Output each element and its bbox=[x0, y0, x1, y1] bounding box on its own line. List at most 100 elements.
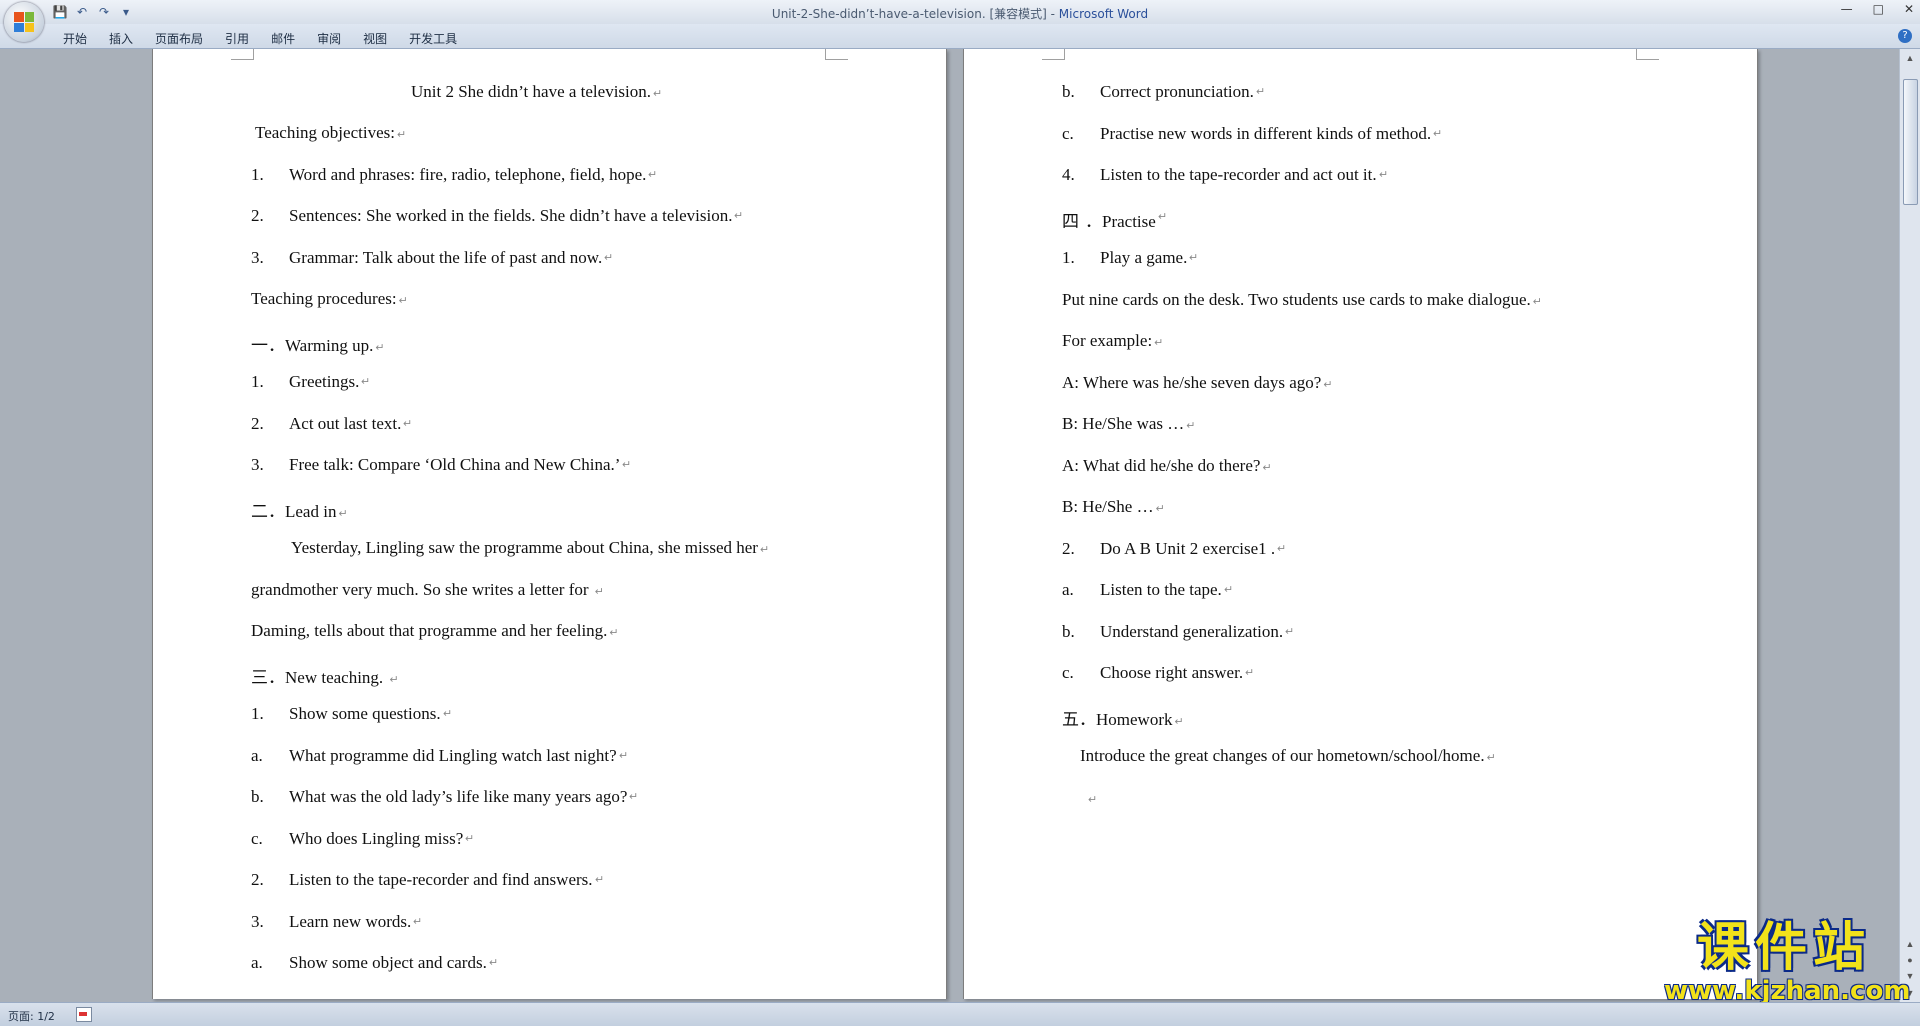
paragraph-mark-icon: ↵ bbox=[1224, 584, 1234, 596]
ribbon-tab[interactable]: 页面布局 bbox=[144, 30, 214, 47]
list-number: 四 bbox=[1062, 211, 1079, 231]
proofing-icon[interactable] bbox=[76, 1007, 92, 1022]
list-text: Who does Lingling miss? bbox=[289, 828, 464, 848]
paragraph-text: 三．New teaching. bbox=[251, 667, 388, 687]
ribbon-tab[interactable]: 审阅 bbox=[306, 30, 352, 47]
paragraph-mark-icon: ↵ bbox=[1189, 252, 1199, 264]
list-number: c. bbox=[251, 828, 263, 848]
paragraph-mark-icon: ↵ bbox=[1262, 461, 1272, 474]
paragraph-mark-icon: ↵ bbox=[1154, 337, 1164, 349]
ribbon-tab[interactable]: 开发工具 bbox=[398, 30, 468, 47]
paragraph-mark-icon: ↵ bbox=[413, 915, 423, 928]
paragraph-line: Introduce the great changes of our homet… bbox=[1080, 746, 1496, 766]
paragraph-mark-icon: ↵ bbox=[604, 251, 614, 264]
ribbon: 开始 插入 页面布局 引用 邮件 审阅 视图 开发工具 ? bbox=[0, 24, 1920, 49]
paragraph-text: 一．Warming up. bbox=[251, 335, 374, 355]
list-text: Listen to the tape. bbox=[1100, 580, 1222, 599]
ribbon-tab[interactable]: 邮件 bbox=[260, 30, 306, 47]
paragraph-mark-icon: ↵ bbox=[1285, 625, 1295, 638]
paragraph-mark-icon: ↵ bbox=[734, 210, 744, 222]
list-text: Do A B Unit 2 exercise1 . bbox=[1100, 538, 1276, 558]
paragraph-text: Introduce the great changes of our homet… bbox=[1080, 746, 1485, 765]
previous-page-icon[interactable]: ▲ bbox=[1903, 937, 1917, 951]
paragraph-mark-icon: ↵ bbox=[594, 585, 605, 598]
status-bar: 页面: 1/2 bbox=[0, 1002, 1920, 1026]
list-text: Practise new words in different kinds of… bbox=[1100, 123, 1432, 143]
list-number: 2. bbox=[251, 206, 264, 225]
list-text: Greetings. bbox=[289, 372, 360, 391]
list-number: 4. bbox=[1062, 165, 1075, 184]
paragraph-line: Teaching objectives: ↵ bbox=[255, 123, 406, 143]
list-number: c. bbox=[1062, 123, 1074, 143]
list-text: Show some object and cards. bbox=[289, 953, 487, 972]
paragraph-line: B: He/She was … ↵ bbox=[1062, 414, 1196, 434]
paragraph-line: grandmother very much. So she writes a l… bbox=[251, 580, 604, 600]
paragraph-line: A: What did he/she do there? ↵ bbox=[1062, 456, 1272, 476]
list-text: What programme did Lingling watch last n… bbox=[289, 745, 617, 765]
paragraph-mark-icon: ↵ bbox=[1088, 793, 1098, 806]
list-number: 2. bbox=[251, 413, 264, 433]
paragraph-mark-icon: ↵ bbox=[1256, 86, 1266, 98]
list-number: b. bbox=[1062, 82, 1075, 101]
paragraph-text: For example: bbox=[1062, 331, 1153, 350]
crop-mark bbox=[1636, 49, 1659, 60]
paragraph-mark-icon: ↵ bbox=[361, 376, 371, 388]
watermark-text: 课件站 bbox=[1696, 918, 1871, 978]
office-logo-icon bbox=[14, 12, 34, 32]
paragraph-line: For example: ↵ bbox=[1062, 331, 1163, 351]
paragraph-text: Daming, tells about that programme and h… bbox=[251, 621, 608, 640]
list-text: ．Practise bbox=[1085, 211, 1156, 231]
ribbon-tab[interactable]: 插入 bbox=[98, 30, 144, 47]
office-button[interactable] bbox=[4, 2, 44, 42]
document-page-1[interactable]: Unit 2 She didn’t have a television. ↵ Te… bbox=[152, 49, 947, 999]
paragraph-mark-icon: ↵ bbox=[389, 673, 399, 686]
list-text: Act out last text. bbox=[289, 413, 402, 433]
list-text: Listen to the tape-recorder and find ans… bbox=[289, 870, 593, 889]
ribbon-tab[interactable]: 视图 bbox=[352, 30, 398, 47]
vertical-scrollbar[interactable]: ▲ ▲ ● ▼ ▼ bbox=[1899, 49, 1920, 1002]
paragraph-mark-icon: ↵ bbox=[1277, 542, 1287, 555]
list-number: a. bbox=[251, 745, 263, 765]
paragraph-mark-icon: ↵ bbox=[403, 417, 413, 430]
list-number: b. bbox=[251, 787, 264, 806]
ribbon-tab[interactable]: 开始 bbox=[52, 30, 98, 47]
title-bar: 💾 ↶ ↷ ▾ Unit-2-She-didn’t-have-a-television… bbox=[0, 0, 1920, 24]
document-workspace[interactable]: Unit 2 She didn’t have a television. ↵ Te… bbox=[0, 49, 1900, 1002]
paragraph-line: ↵ bbox=[1086, 788, 1097, 808]
paragraph-mark-icon: ↵ bbox=[629, 791, 639, 803]
paragraph-line: 五．Homework ↵ bbox=[1062, 705, 1184, 730]
list-number: 3. bbox=[251, 911, 264, 931]
paragraph-text: grandmother very much. So she writes a l… bbox=[251, 579, 593, 599]
paragraph-line: Daming, tells about that programme and h… bbox=[251, 621, 619, 641]
paragraph-mark-icon: ↵ bbox=[1433, 127, 1443, 140]
close-button[interactable]: ✕ bbox=[1904, 2, 1914, 16]
paragraph-mark-icon: ↵ bbox=[338, 507, 348, 520]
list-number: c. bbox=[1062, 663, 1074, 682]
paragraph-line: B: He/She … ↵ bbox=[1062, 497, 1165, 517]
paragraph-mark-icon: ↵ bbox=[1174, 715, 1184, 728]
list-number: 1. bbox=[1062, 248, 1075, 267]
document-page-2[interactable]: b. Correct pronunciation. ↵ c. Practise new … bbox=[963, 49, 1758, 999]
page-indicator[interactable]: 页面: 1/2 bbox=[8, 1008, 55, 1024]
paragraph-mark-icon: ↵ bbox=[1155, 503, 1165, 515]
paragraph-mark-icon: ↵ bbox=[595, 874, 605, 886]
maximize-button[interactable]: □ bbox=[1873, 2, 1884, 16]
browse-object-icon[interactable]: ● bbox=[1903, 953, 1917, 967]
paragraph-text: A: What did he/she do there? bbox=[1062, 455, 1261, 475]
list-text: Word and phrases: fire, radio, telephone… bbox=[289, 164, 647, 184]
paragraph-text: Yesterday, Lingling saw the programme ab… bbox=[291, 538, 758, 557]
paragraph-text: Teaching procedures: bbox=[251, 289, 397, 308]
list-text: Free talk: Compare ‘Old China and New Ch… bbox=[289, 455, 621, 474]
crop-mark bbox=[1042, 49, 1065, 60]
paragraph-text: Put nine cards on the desk. Two students… bbox=[1062, 289, 1531, 309]
crop-mark bbox=[231, 49, 254, 60]
list-text: Sentences: She worked in the fields. She… bbox=[289, 206, 733, 225]
list-text: Understand generalization. bbox=[1100, 621, 1284, 641]
help-icon[interactable]: ? bbox=[1898, 29, 1912, 43]
list-text: Learn new words. bbox=[289, 911, 412, 931]
scrollbar-thumb[interactable] bbox=[1903, 79, 1918, 205]
list-text: Show some questions. bbox=[289, 704, 441, 723]
scroll-up-icon[interactable]: ▲ bbox=[1903, 51, 1917, 65]
ribbon-tab[interactable]: 引用 bbox=[214, 30, 260, 47]
minimize-button[interactable]: — bbox=[1841, 2, 1853, 16]
